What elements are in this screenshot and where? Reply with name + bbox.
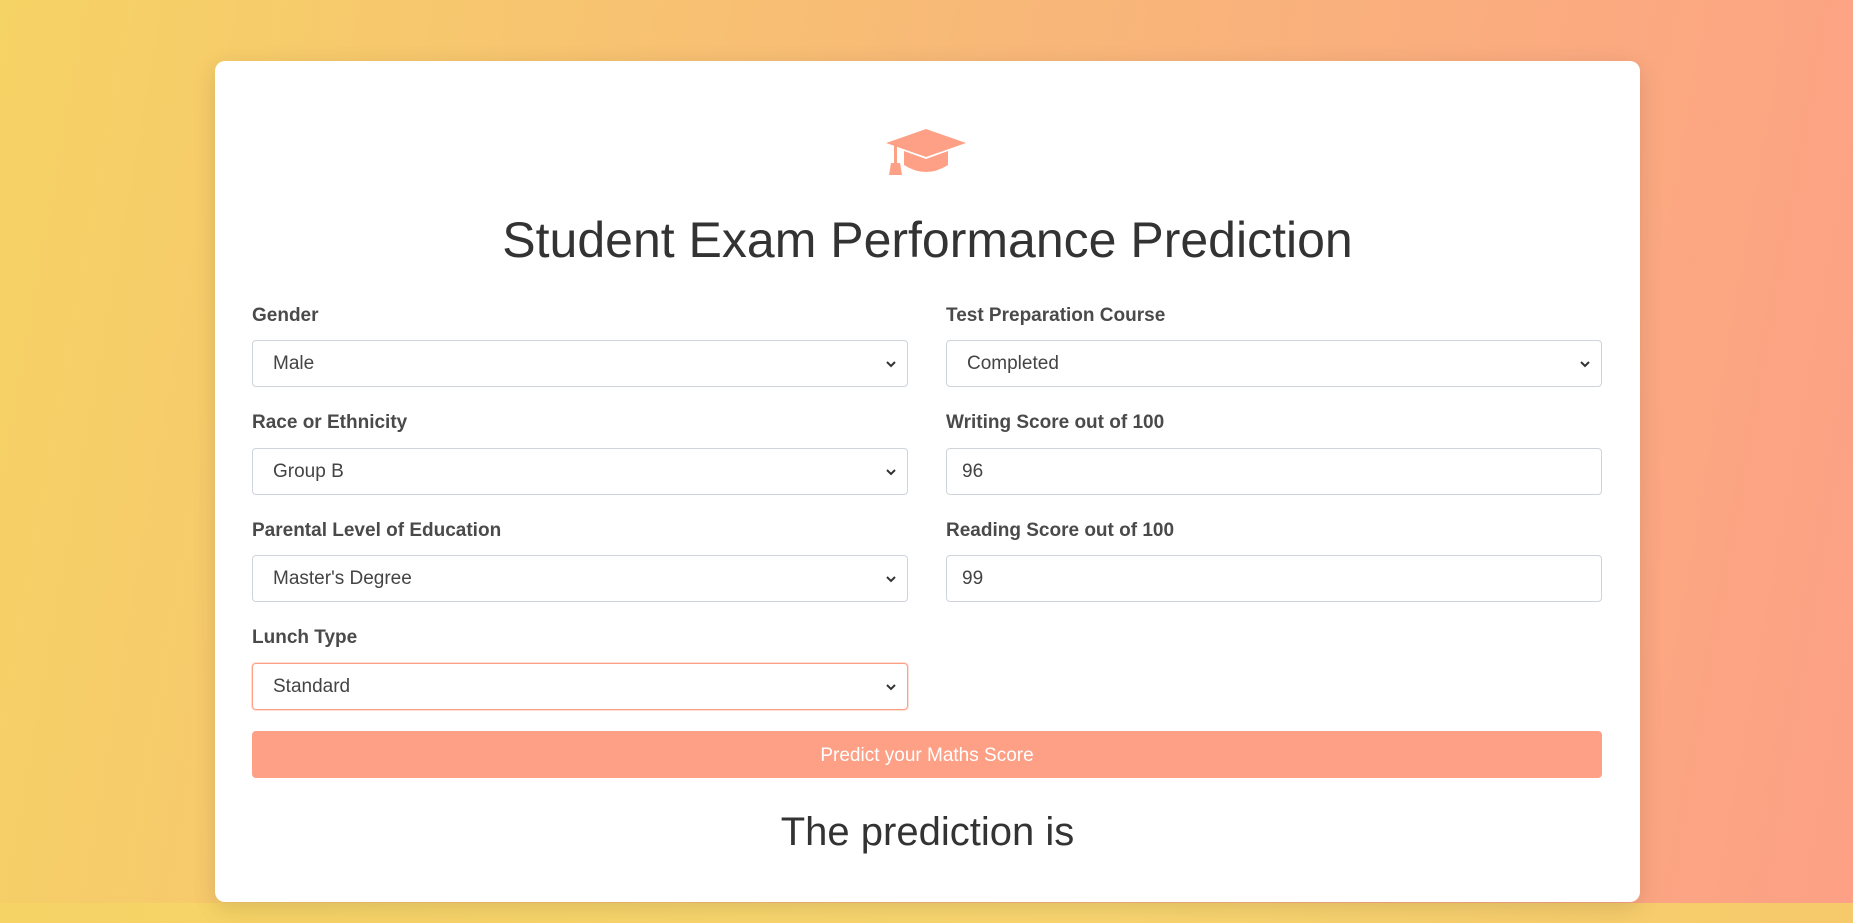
writing-score-value: 96 xyxy=(962,461,984,482)
parental-education-label: Parental Level of Education xyxy=(252,520,502,541)
predict-button[interactable]: Predict your Maths Score xyxy=(252,731,1602,778)
parental-education-select[interactable]: Master's Degree xyxy=(252,555,908,602)
parental-education-select-value: Master's Degree xyxy=(273,568,412,589)
gender-select-value: Male xyxy=(273,353,315,374)
graduation-cap-icon xyxy=(886,129,966,175)
lunch-select[interactable]: Standard xyxy=(252,663,908,710)
gender-select[interactable]: Male xyxy=(252,340,908,387)
chevron-down-icon xyxy=(886,469,896,476)
chevron-down-icon xyxy=(886,684,896,691)
test-prep-select[interactable]: Completed xyxy=(946,340,1602,387)
race-select[interactable]: Group B xyxy=(252,448,908,495)
reading-score-value: 99 xyxy=(962,568,984,589)
test-prep-label: Test Preparation Course xyxy=(946,305,1166,326)
test-prep-select-value: Completed xyxy=(967,353,1059,374)
lunch-select-value: Standard xyxy=(273,676,351,697)
chevron-down-icon xyxy=(886,576,896,583)
chevron-down-icon xyxy=(886,361,896,368)
page-bottom-strip xyxy=(0,903,1853,923)
reading-score-label: Reading Score out of 100 xyxy=(946,520,1175,541)
gender-label: Gender xyxy=(252,305,319,326)
race-select-value: Group B xyxy=(273,461,344,482)
page-title: Student Exam Performance Prediction xyxy=(502,212,1353,268)
lunch-label: Lunch Type xyxy=(252,627,358,648)
chevron-down-icon xyxy=(1580,361,1590,368)
race-label: Race or Ethnicity xyxy=(252,412,408,433)
writing-score-label: Writing Score out of 100 xyxy=(946,412,1165,433)
reading-score-input[interactable]: 99 xyxy=(946,555,1602,602)
writing-score-input[interactable]: 96 xyxy=(946,448,1602,495)
prediction-result: The prediction is xyxy=(780,810,1075,854)
